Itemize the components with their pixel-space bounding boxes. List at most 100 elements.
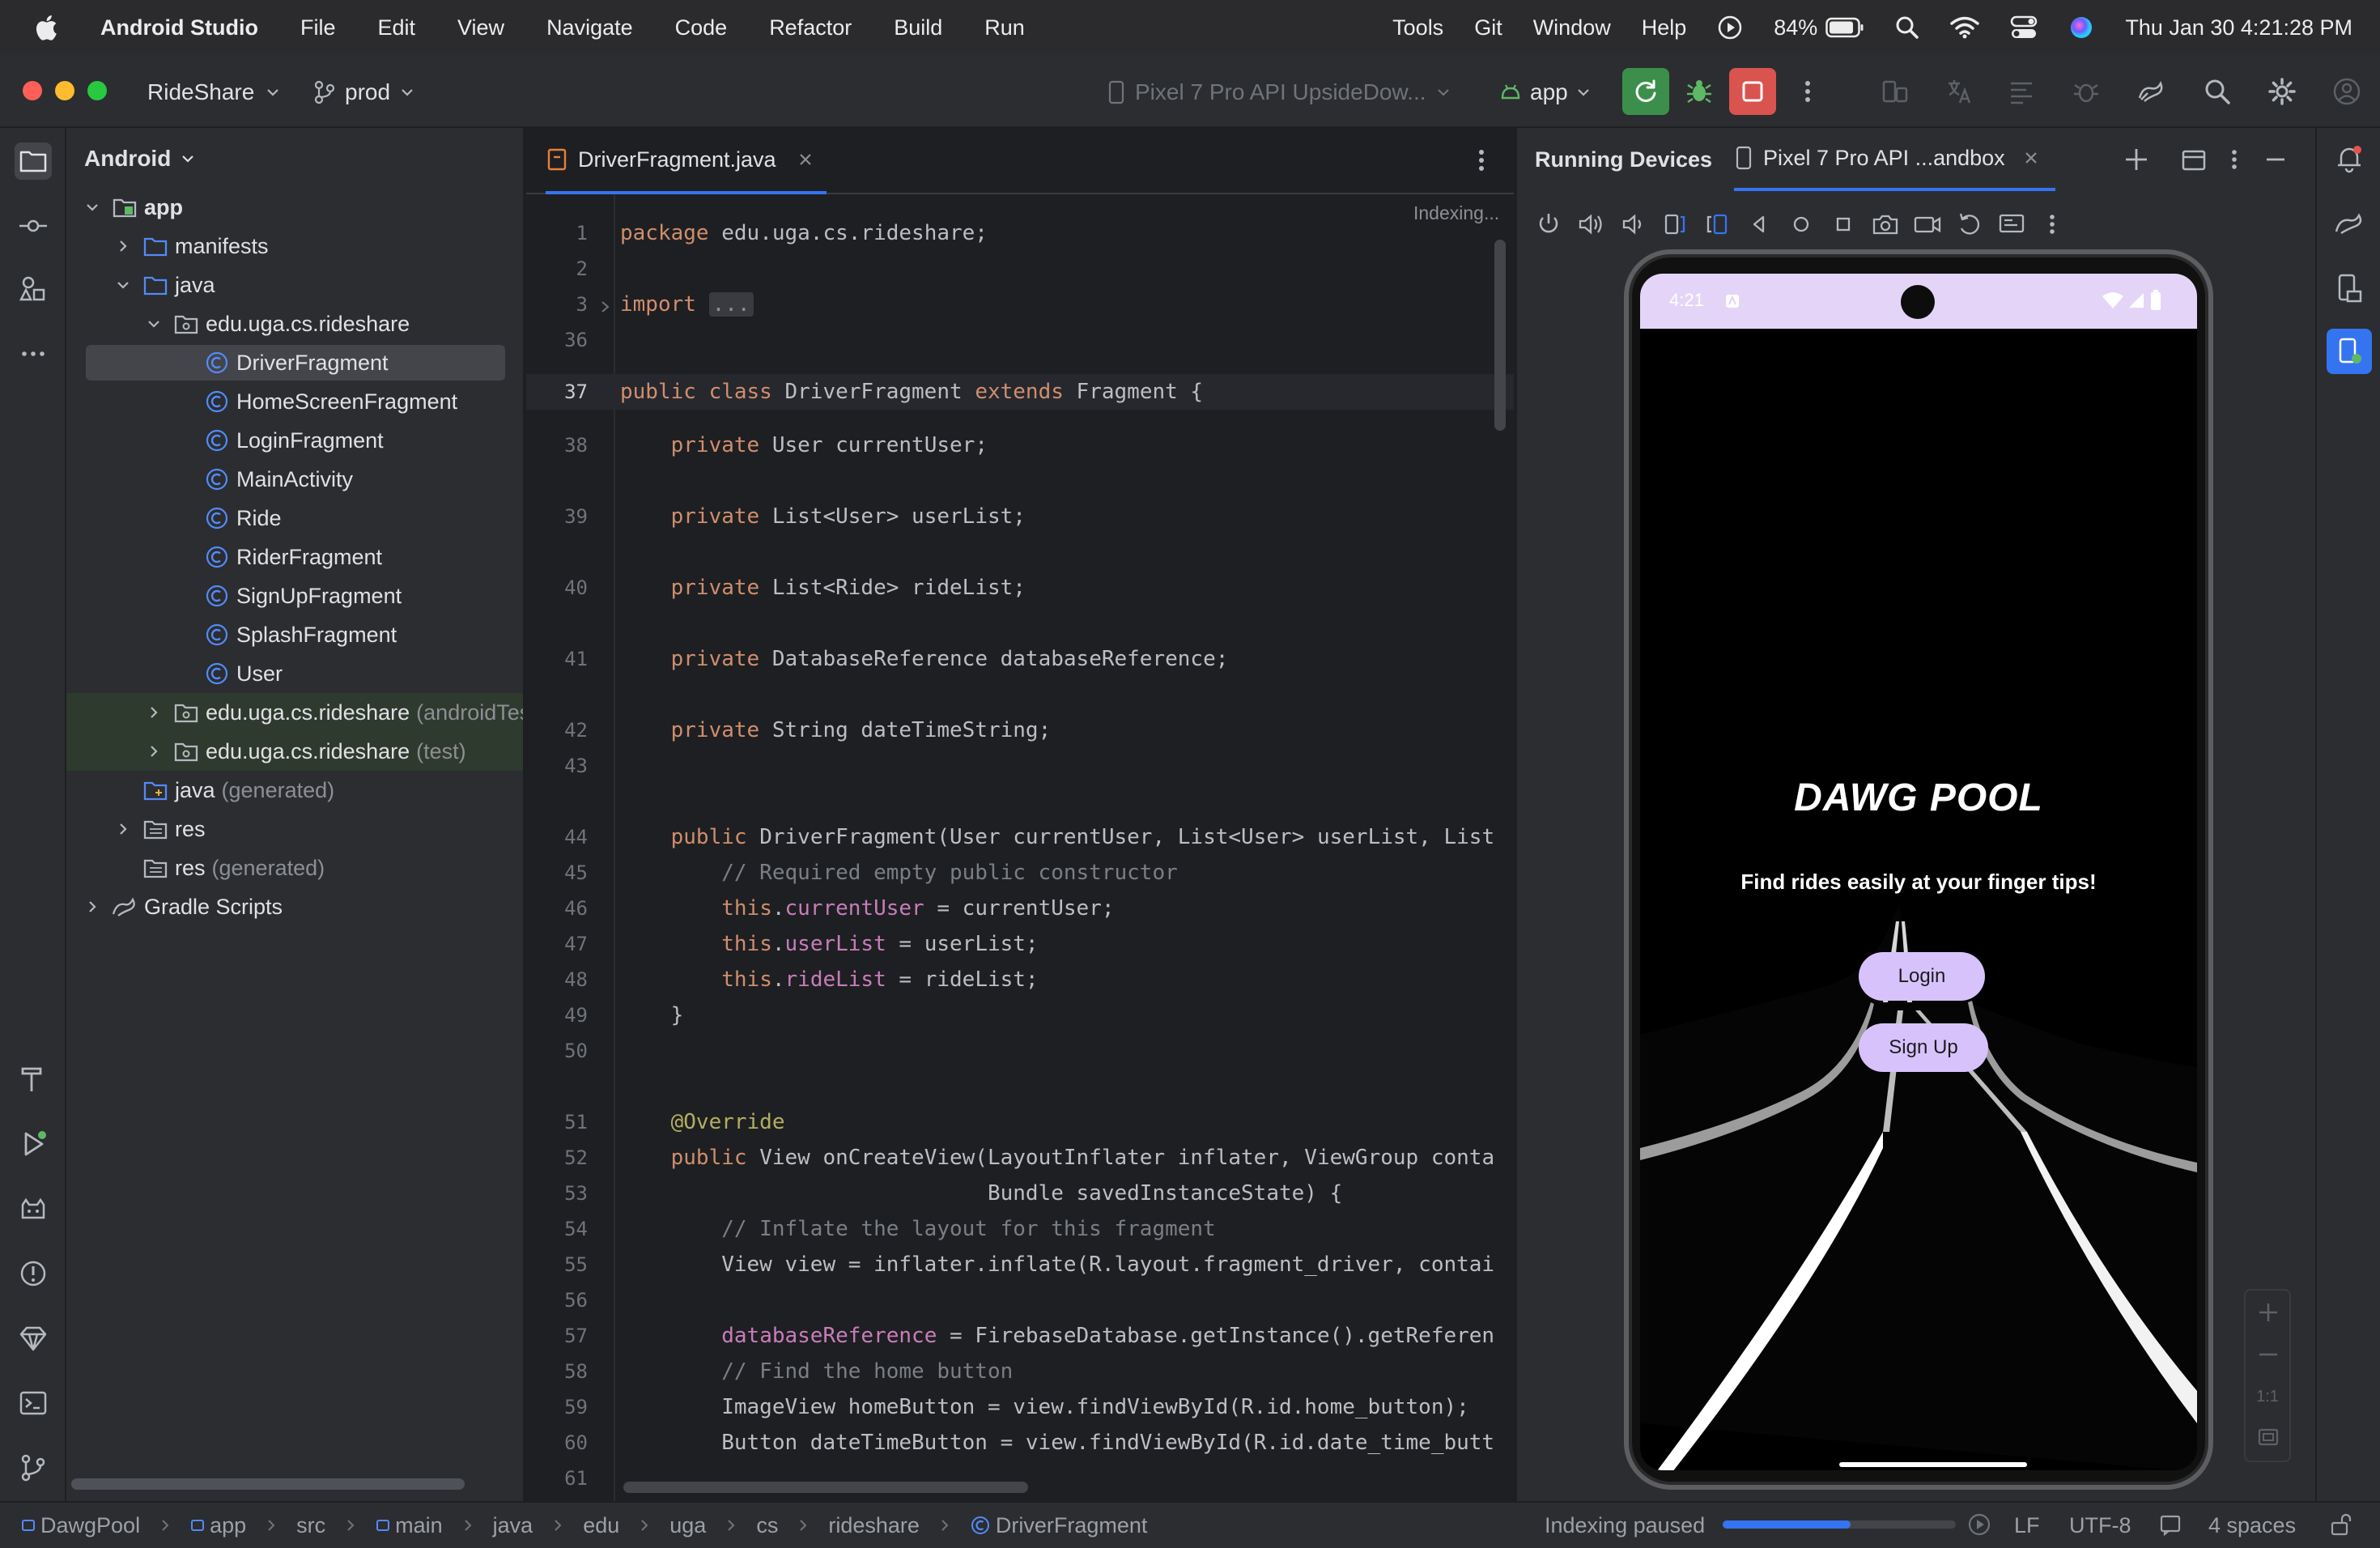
app-quality-tool-button[interactable] bbox=[15, 1320, 52, 1357]
code-line[interactable]: 60 Button dateTimeButton = view.findView… bbox=[526, 1425, 1514, 1461]
translations-button[interactable] bbox=[1941, 73, 1978, 110]
snapshot-icon[interactable] bbox=[1996, 209, 2027, 240]
chevron-right-icon[interactable] bbox=[146, 704, 162, 721]
menu-run[interactable]: Run bbox=[984, 15, 1025, 40]
tree-item[interactable]: LoginFragment bbox=[66, 421, 523, 460]
code-line[interactable]: 39 private List<User> userList; bbox=[526, 499, 1514, 534]
code-line[interactable]: 46 this.currentUser = currentUser; bbox=[526, 891, 1514, 926]
code-line[interactable]: 54 // Inflate the layout for this fragme… bbox=[526, 1211, 1514, 1247]
code-line[interactable]: 2 bbox=[526, 251, 1514, 287]
debug-button[interactable] bbox=[1681, 73, 1718, 110]
horizontal-scrollbar[interactable] bbox=[71, 1478, 465, 1490]
code-line[interactable]: 49 } bbox=[526, 997, 1514, 1033]
zoom-out-icon[interactable] bbox=[2256, 1342, 2280, 1367]
chevron-right-icon[interactable] bbox=[115, 821, 131, 837]
breadcrumb-item[interactable]: DriverFragment bbox=[970, 1513, 1147, 1538]
minimize-icon[interactable] bbox=[2262, 146, 2289, 173]
code-line[interactable]: 36 bbox=[526, 322, 1514, 358]
tree-item[interactable]: manifests bbox=[66, 227, 523, 266]
menu-refactor[interactable]: Refactor bbox=[769, 15, 852, 40]
rotate-right-icon[interactable] bbox=[1702, 209, 1732, 240]
wifi-icon[interactable] bbox=[1950, 16, 1980, 39]
breadcrumb-item[interactable]: rideshare bbox=[828, 1513, 920, 1538]
more-actions-button[interactable] bbox=[1789, 73, 1826, 110]
device-explorer-icon[interactable] bbox=[2333, 272, 2365, 304]
readonly-toggle-icon[interactable] bbox=[2158, 1512, 2182, 1537]
back-icon[interactable] bbox=[1744, 209, 1774, 240]
menu-help[interactable]: Help bbox=[1642, 15, 1687, 40]
menu-file[interactable]: File bbox=[300, 15, 336, 40]
code-line[interactable]: 45 // Required empty public constructor bbox=[526, 855, 1514, 891]
code-line[interactable]: 53 Bundle savedInstanceState) { bbox=[526, 1176, 1514, 1211]
rotate-left-icon[interactable] bbox=[1660, 209, 1690, 240]
chevron-right-icon[interactable] bbox=[146, 743, 162, 759]
editor-tab-driverfragment[interactable]: DriverFragment.java bbox=[546, 128, 827, 194]
project-selector[interactable]: RideShare bbox=[147, 79, 280, 105]
tree-item[interactable]: edu.uga.cs.rideshare(androidTest) bbox=[66, 693, 523, 732]
breadcrumb-item[interactable]: edu bbox=[583, 1513, 619, 1538]
device-tab[interactable]: Pixel 7 Pro API ...andbox bbox=[1734, 128, 2055, 191]
menu-navigate[interactable]: Navigate bbox=[546, 15, 633, 40]
line-separator[interactable]: LF bbox=[2014, 1513, 2040, 1538]
camera-icon[interactable] bbox=[1870, 209, 1901, 240]
vertical-scrollbar[interactable] bbox=[1494, 240, 1506, 431]
fit-screen-icon[interactable] bbox=[2256, 1425, 2280, 1449]
close-window-button[interactable] bbox=[23, 81, 42, 100]
menu-tools[interactable]: Tools bbox=[1392, 15, 1443, 40]
attach-debugger-button[interactable] bbox=[2068, 73, 2105, 110]
run-tool-button[interactable] bbox=[15, 1125, 52, 1163]
indexing-status[interactable]: Indexing paused bbox=[1545, 1513, 1705, 1538]
device-manager-button[interactable] bbox=[1876, 73, 1914, 110]
project-tool-button[interactable] bbox=[15, 142, 52, 180]
code-line[interactable]: 47 this.userList = userList; bbox=[526, 926, 1514, 962]
chevron-down-icon[interactable] bbox=[115, 277, 131, 293]
terminal-tool-button[interactable] bbox=[15, 1384, 52, 1422]
spotlight-search-icon[interactable] bbox=[1895, 15, 1919, 40]
code-line[interactable]: 55 View view = inflater.inflate(R.layout… bbox=[526, 1247, 1514, 1282]
sync-gradle-button[interactable] bbox=[2132, 73, 2170, 110]
gradle-icon[interactable] bbox=[2333, 207, 2365, 240]
more-vertical-icon[interactable] bbox=[2038, 209, 2066, 240]
volume-down-icon[interactable] bbox=[1617, 209, 1648, 240]
resume-icon[interactable] bbox=[1967, 1512, 1991, 1537]
power-icon[interactable] bbox=[1533, 209, 1564, 240]
tree-item[interactable]: res (generated) bbox=[66, 848, 523, 887]
code-line[interactable]: 1 package edu.uga.cs.rideshare; bbox=[526, 215, 1514, 251]
home-icon[interactable] bbox=[1786, 209, 1817, 240]
tree-item[interactable]: java bbox=[66, 266, 523, 304]
login-button[interactable]: Login bbox=[1859, 952, 1985, 1001]
device-selector[interactable]: Pixel 7 Pro API UpsideDow... bbox=[1107, 79, 1451, 105]
layout-icon[interactable] bbox=[2181, 147, 2207, 173]
tree-item[interactable]: java (generated) bbox=[66, 771, 523, 810]
menu-code[interactable]: Code bbox=[675, 15, 728, 40]
code-line[interactable]: 37 public class DriverFragment extends Fr… bbox=[526, 374, 1514, 410]
battery-icon[interactable] bbox=[1825, 17, 1864, 38]
signup-button[interactable]: Sign Up bbox=[1859, 1023, 1988, 1072]
chevron-down-icon[interactable] bbox=[84, 199, 100, 215]
volume-up-icon[interactable] bbox=[1575, 209, 1606, 240]
breadcrumb-item[interactable]: src bbox=[296, 1513, 325, 1538]
menu-app-name[interactable]: Android Studio bbox=[100, 15, 258, 40]
file-encoding[interactable]: UTF-8 bbox=[2069, 1513, 2131, 1538]
control-center-icon[interactable] bbox=[2010, 15, 2038, 40]
breadcrumb-item[interactable]: app bbox=[190, 1513, 246, 1538]
commit-tool-button[interactable] bbox=[15, 207, 52, 245]
tree-item[interactable]: RiderFragment bbox=[66, 538, 523, 576]
zoom-window-button[interactable] bbox=[87, 81, 107, 100]
overview-icon[interactable] bbox=[1828, 209, 1859, 240]
code-line[interactable]: 42 private String dateTimeString; bbox=[526, 712, 1514, 748]
settings-button[interactable] bbox=[2263, 73, 2301, 110]
tree-item[interactable]: User bbox=[66, 654, 523, 693]
account-button[interactable] bbox=[2328, 73, 2365, 110]
clock[interactable]: Thu Jan 30 4:21:28 PM bbox=[2125, 15, 2352, 40]
siri-icon[interactable] bbox=[2068, 15, 2094, 40]
indent-setting[interactable]: 4 spaces bbox=[2208, 1513, 2296, 1538]
close-icon[interactable] bbox=[2023, 150, 2039, 166]
add-device-icon[interactable] bbox=[2123, 146, 2150, 173]
layout-inspector-button[interactable] bbox=[2003, 73, 2040, 110]
code-line[interactable]: 50 bbox=[526, 1033, 1514, 1069]
tree-item[interactable]: edu.uga.cs.rideshare (test) bbox=[66, 732, 523, 771]
video-record-icon[interactable] bbox=[1912, 209, 1943, 240]
search-everywhere-button[interactable] bbox=[2199, 73, 2236, 110]
tree-item[interactable]: HomeScreenFragment bbox=[66, 382, 523, 421]
